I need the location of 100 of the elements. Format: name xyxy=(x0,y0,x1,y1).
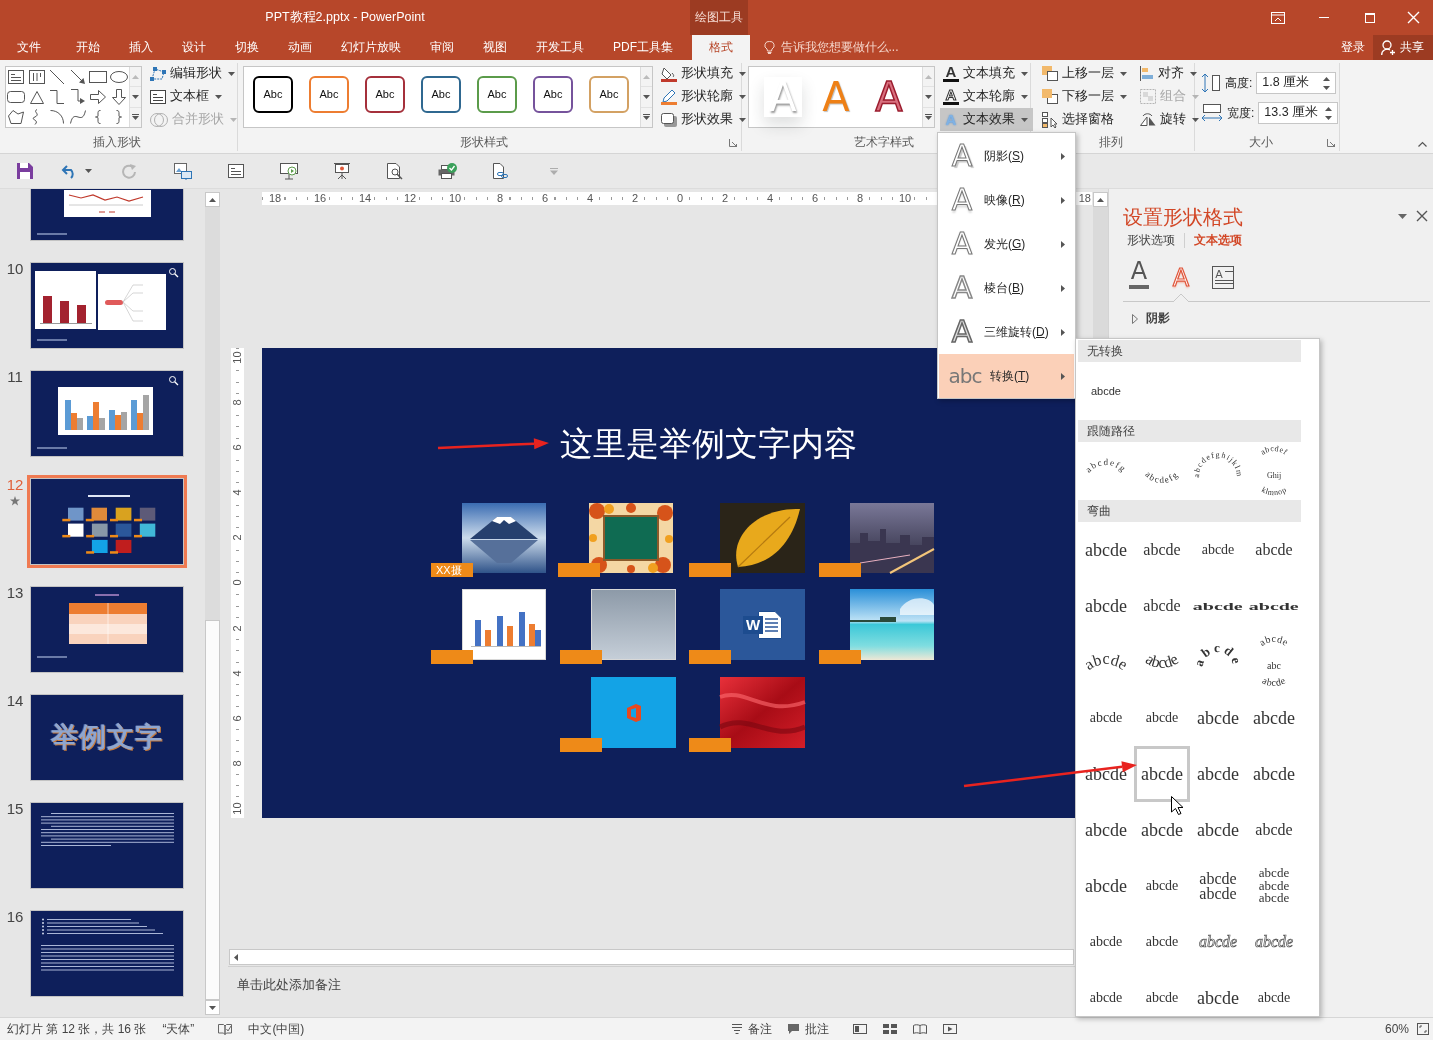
transform-option[interactable]: abcde xyxy=(1134,522,1190,578)
transform-option[interactable]: abcde xyxy=(1078,522,1134,578)
picture-on-screen-icon[interactable] xyxy=(173,162,192,180)
transform-option[interactable]: abcde xyxy=(1246,970,1302,1016)
transform-option[interactable]: abcde abc abcde xyxy=(1246,634,1302,690)
wordart-style-preset[interactable]: A xyxy=(870,77,908,117)
transform-option[interactable]: abcde xyxy=(1246,522,1302,578)
left-brace-icon[interactable] xyxy=(95,110,102,124)
ribbon-button[interactable]: 上移一层 xyxy=(1039,62,1132,85)
transform-option[interactable]: abcde abcde xyxy=(1190,858,1246,914)
scroll-left-icon[interactable] xyxy=(234,953,238,961)
transform-option[interactable]: abcde xyxy=(1246,690,1302,746)
elbow-connector-icon[interactable] xyxy=(50,90,65,104)
presenter-view-icon[interactable] xyxy=(279,163,298,179)
shape-style-preset[interactable]: Abc xyxy=(253,76,293,113)
transform-option[interactable]: abcde xyxy=(1078,578,1134,634)
ribbon-button[interactable]: 选择窗格 xyxy=(1039,108,1132,131)
transform-option[interactable]: abcde xyxy=(1078,858,1134,914)
transform-option[interactable]: abcde xyxy=(1134,746,1190,802)
ribbon-button[interactable]: A 文本轮廓 xyxy=(940,85,1033,108)
dialog-launcher-icon[interactable] xyxy=(729,138,737,147)
ribbon-button[interactable]: 形状轮廓 xyxy=(658,85,751,108)
gallery-more-icon[interactable] xyxy=(925,114,932,121)
arrow-line-icon[interactable] xyxy=(70,70,85,84)
ribbon-tab[interactable]: 设计 xyxy=(167,35,221,60)
ribbon-tab[interactable]: 审阅 xyxy=(415,35,469,60)
scroll-down-icon[interactable] xyxy=(925,95,932,99)
right-arrow-icon[interactable] xyxy=(90,90,107,104)
ribbon-button[interactable]: 旋转 xyxy=(1137,108,1204,131)
scroll-up-icon[interactable] xyxy=(1097,197,1104,202)
expand-triangle-icon[interactable] xyxy=(1132,313,1138,324)
transform-option[interactable]: abcde xyxy=(1078,802,1134,858)
ribbon-tab[interactable]: PDF工具集 xyxy=(598,35,688,60)
rounded-rectangle-icon[interactable] xyxy=(7,91,26,103)
gallery-more-icon[interactable] xyxy=(132,114,139,121)
slide-thumbnail[interactable] xyxy=(30,586,184,673)
scroll-down-icon[interactable] xyxy=(643,95,650,99)
ribbon-tab[interactable]: 开始 xyxy=(61,35,115,60)
slide-thumbnail[interactable] xyxy=(30,370,184,457)
slide-thumbnail[interactable] xyxy=(30,478,184,565)
menu-item[interactable]: A 阴影(S) xyxy=(939,134,1074,178)
dialog-launcher-icon[interactable] xyxy=(1327,138,1335,147)
right-brace-icon[interactable] xyxy=(115,110,122,124)
transform-option[interactable]: abcde xyxy=(1190,746,1246,802)
transform-option[interactable]: abcde xyxy=(1134,634,1190,690)
transform-option[interactable]: abcdef Ghij klmnop xyxy=(1246,442,1302,500)
section-header[interactable]: 阴影 xyxy=(1146,311,1170,326)
transform-option[interactable]: abcde xyxy=(1190,578,1246,634)
notes-field[interactable]: 单击此处添加备注 xyxy=(228,967,1074,1017)
transform-option[interactable]: abcde xyxy=(1134,858,1190,914)
tell-me-search-field[interactable]: 告诉我您想要做什么... xyxy=(780,40,921,55)
transform-option[interactable]: abcde xyxy=(1134,914,1190,970)
transform-option[interactable]: abcde xyxy=(1134,578,1190,634)
slide-sorter-icon[interactable] xyxy=(883,1024,898,1034)
size-field[interactable]: 1.8 厘米 xyxy=(1256,72,1337,94)
shape-style-preset[interactable]: Abc xyxy=(309,76,349,113)
ribbon-tab[interactable]: 视图 xyxy=(468,35,522,60)
menu-item[interactable]: A 棱台(B) xyxy=(939,266,1074,310)
shape-style-preset[interactable]: Abc xyxy=(533,76,573,113)
scroll-up-icon[interactable] xyxy=(209,197,216,202)
pane-options-caret-icon[interactable] xyxy=(1398,213,1407,219)
line-icon[interactable] xyxy=(50,70,65,84)
shape-style-preset[interactable]: Abc xyxy=(365,76,405,113)
ribbon-button[interactable]: 编辑形状 xyxy=(147,62,242,85)
menu-item[interactable]: A 映像(R) xyxy=(939,178,1074,222)
spin-arrows-icon[interactable] xyxy=(1323,76,1331,90)
transform-option[interactable]: abcde abcde abcde xyxy=(1246,858,1302,914)
collapse-ribbon-icon[interactable] xyxy=(1418,142,1427,147)
notes-button[interactable]: 备注 xyxy=(732,1021,773,1037)
menu-item[interactable]: abc 转换(T) xyxy=(939,354,1074,398)
transform-option[interactable]: abcde xyxy=(1078,362,1134,420)
ribbon-button[interactable]: A 文本填充 xyxy=(940,62,1033,85)
normal-view-icon[interactable] xyxy=(853,1024,868,1034)
share-button[interactable]: 共享 xyxy=(1373,35,1433,60)
menu-item[interactable]: A 发光(G) xyxy=(939,222,1074,266)
textbox-icon[interactable] xyxy=(8,70,25,84)
transform-option[interactable]: abcde xyxy=(1246,578,1302,634)
transform-option[interactable]: abcde xyxy=(1190,522,1246,578)
size-field[interactable]: 13.3 厘米 xyxy=(1258,102,1339,124)
ribbon-tab[interactable]: 切换 xyxy=(220,35,274,60)
scroll-down-icon[interactable] xyxy=(209,1005,216,1010)
transform-option[interactable]: abcde xyxy=(1134,802,1190,858)
transform-option[interactable]: abcde xyxy=(1078,690,1134,746)
pane-tab[interactable]: 形状选项 xyxy=(1127,233,1185,248)
scroll-down-icon[interactable] xyxy=(132,95,139,99)
slideshow-icon[interactable] xyxy=(943,1024,958,1034)
textbox-icon[interactable]: A xyxy=(1212,266,1234,289)
transform-option[interactable]: abcdefg xyxy=(1134,442,1190,500)
slide-thumbnail[interactable] xyxy=(30,910,184,997)
transform-option[interactable]: abcde xyxy=(1246,802,1302,858)
proofing-icon[interactable] xyxy=(218,1023,233,1035)
ribbon-button[interactable]: 形状填充 xyxy=(658,62,751,85)
ribbon-button[interactable]: 文本框 xyxy=(147,85,242,108)
elbow-arrow-icon[interactable] xyxy=(70,89,85,105)
transform-option[interactable]: abcde xyxy=(1246,746,1302,802)
fit-to-window-icon[interactable] xyxy=(1417,1023,1429,1035)
ribbon-display-options-icon[interactable] xyxy=(1271,11,1285,24)
oval-icon[interactable] xyxy=(109,71,128,83)
transform-option[interactable]: abcdefg xyxy=(1078,442,1134,500)
freeform-icon[interactable] xyxy=(8,110,25,124)
